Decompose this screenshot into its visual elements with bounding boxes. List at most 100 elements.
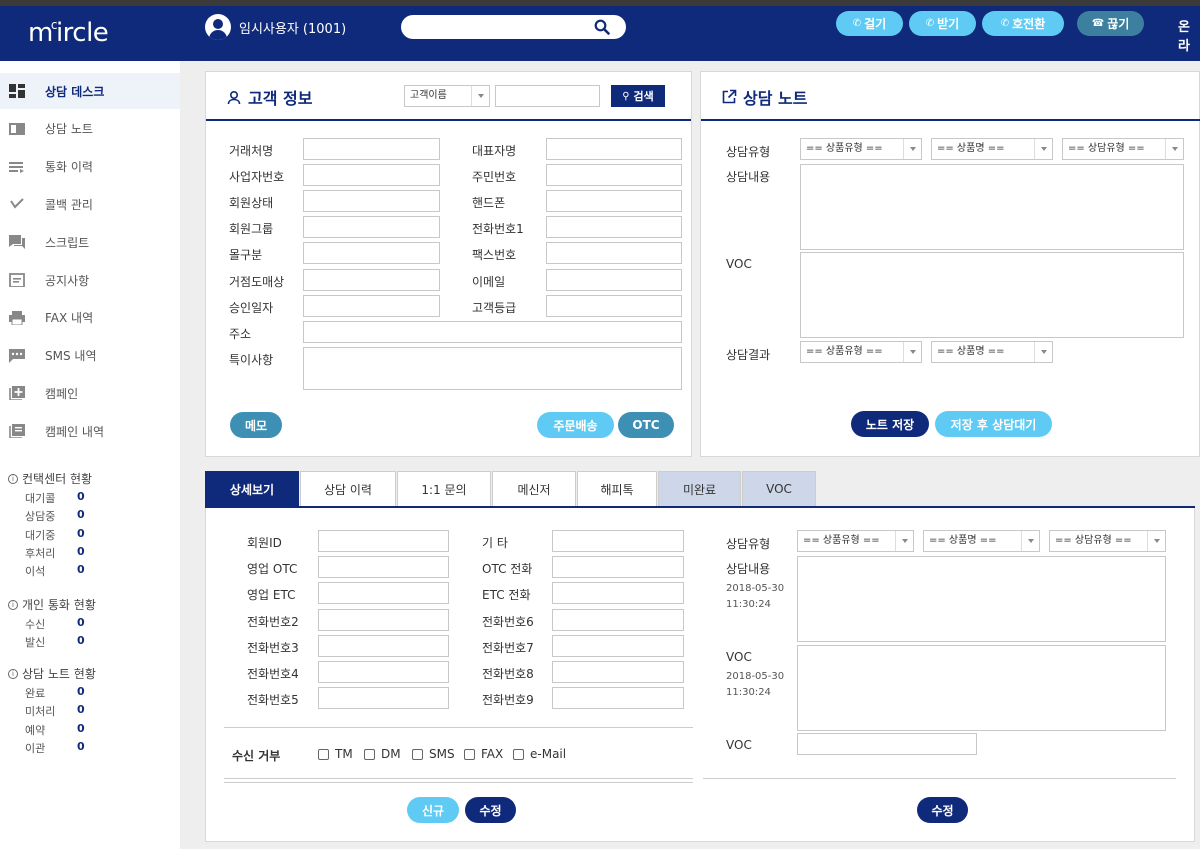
checkbox-icon[interactable] xyxy=(412,748,423,760)
detail-product-name-select[interactable]: == 상품명 == xyxy=(923,530,1040,552)
tab-4[interactable]: 메신저 xyxy=(492,471,576,506)
detail-field-input[interactable] xyxy=(318,661,449,683)
detail-consult-type-select[interactable]: == 상담유형 == xyxy=(1049,530,1166,552)
consult-content-textarea[interactable] xyxy=(800,164,1184,250)
detail-right-edit-button[interactable]: 수정 xyxy=(917,797,968,823)
reject-checkbox[interactable]: SMS xyxy=(412,747,455,761)
customer-field-input[interactable] xyxy=(546,268,682,291)
stat-value: 0 xyxy=(77,721,85,735)
sidebar-item-10[interactable]: 캠페인 내역 xyxy=(0,413,180,449)
detail-field-input[interactable] xyxy=(552,608,684,631)
address-input[interactable] xyxy=(303,321,682,343)
stat-row: 수신 0 xyxy=(25,616,105,634)
tab-5[interactable]: 해피톡 xyxy=(577,471,657,506)
customer-field-input[interactable] xyxy=(303,190,440,213)
detail-field-input[interactable] xyxy=(552,530,684,552)
checkbox-icon[interactable] xyxy=(318,748,329,760)
reject-checkbox[interactable]: FAX xyxy=(464,747,503,761)
customer-field-input[interactable] xyxy=(303,268,440,291)
memo-button[interactable]: 메모 xyxy=(230,412,282,438)
product-name-select[interactable]: == 상품명 == xyxy=(931,138,1053,160)
customer-field-label: 거점도매상 xyxy=(229,274,285,289)
search-icon[interactable] xyxy=(594,19,610,35)
header-search-input[interactable] xyxy=(401,15,626,39)
sidebar-item-9[interactable]: 캠페인 xyxy=(0,375,180,411)
detail-product-type-select[interactable]: == 상품유형 == xyxy=(797,530,914,552)
voc-time: 11:30:24 xyxy=(726,687,771,698)
sidebar-item-3[interactable]: 통화 이력 xyxy=(0,149,180,185)
tab-6[interactable]: 미완료 xyxy=(658,471,741,506)
sidebar-item-4[interactable]: 콜백 관리 xyxy=(0,186,180,222)
detail-field-input[interactable] xyxy=(318,582,449,605)
tab-2[interactable]: 상담 이력 xyxy=(300,471,396,506)
edit-button[interactable]: 수정 xyxy=(465,797,516,823)
result-product-name-select[interactable]: == 상품명 == xyxy=(931,341,1053,363)
reject-checkbox[interactable]: TM xyxy=(318,747,353,761)
stat-label: 미처리 xyxy=(25,705,56,719)
hangup-button[interactable]: ☎ 끊기 xyxy=(1077,11,1144,36)
result-product-type-select[interactable]: == 상품유형 == xyxy=(800,341,922,363)
stat-section-title: i 상담 노트 현황 xyxy=(8,665,96,682)
detail-field-input[interactable] xyxy=(318,530,449,552)
tab-7[interactable]: VOC xyxy=(742,471,816,506)
detail-voc-textarea[interactable] xyxy=(797,645,1166,731)
customer-field-input[interactable] xyxy=(546,190,682,213)
detail-field-input[interactable] xyxy=(552,661,684,683)
sidebar-item-6[interactable]: 공지사항 xyxy=(0,262,180,298)
reject-option-label: SMS xyxy=(429,747,455,761)
detail-voc2-input[interactable] xyxy=(797,733,977,755)
sidebar-item-1[interactable]: 상담 데스크 xyxy=(0,73,180,109)
customer-field-input[interactable] xyxy=(303,164,440,187)
customer-field-input[interactable] xyxy=(546,216,682,239)
customer-field-input[interactable] xyxy=(546,164,682,187)
detail-field-label: 전화번호3 xyxy=(247,640,299,655)
transfer-button[interactable]: ✆ 호전환 xyxy=(982,11,1064,36)
customer-field-input[interactable] xyxy=(546,294,682,317)
chevron-down-icon xyxy=(1041,147,1047,151)
status-text[interactable]: 온라 xyxy=(1178,16,1200,54)
receive-button[interactable]: ✆ 받기 xyxy=(909,11,976,36)
checkbox-icon[interactable] xyxy=(464,748,475,760)
otc-button[interactable]: OTC xyxy=(618,412,674,438)
consult-type-select[interactable]: == 상담유형 == xyxy=(1062,138,1184,160)
checkbox-icon[interactable] xyxy=(513,748,524,760)
detail-field-input[interactable] xyxy=(552,582,684,605)
save-and-wait-button[interactable]: 저장 후 상담대기 xyxy=(935,411,1052,437)
checkbox-icon[interactable] xyxy=(364,748,375,760)
detail-field-input[interactable] xyxy=(318,687,449,710)
customer-field-input[interactable] xyxy=(546,138,682,160)
save-note-button[interactable]: 노트 저장 xyxy=(851,411,929,437)
tab-1[interactable]: 상세보기 xyxy=(205,471,299,506)
customer-field-input[interactable] xyxy=(303,294,440,317)
customer-search-button[interactable]: ⚲ 검색 xyxy=(611,85,665,107)
customer-field-input[interactable] xyxy=(546,242,682,265)
special-note-textarea[interactable] xyxy=(303,347,682,390)
call-button[interactable]: ✆ 걸기 xyxy=(836,11,903,36)
detail-field-input[interactable] xyxy=(318,556,449,579)
reject-option-label: e-Mail xyxy=(530,747,567,761)
detail-field-input[interactable] xyxy=(552,687,684,710)
product-type-select[interactable]: == 상품유형 == xyxy=(800,138,922,160)
detail-field-input[interactable] xyxy=(318,608,449,631)
order-delivery-button[interactable]: 주문배송 xyxy=(537,412,614,438)
detail-field-input[interactable] xyxy=(552,556,684,579)
sidebar-item-8[interactable]: SMS 내역 xyxy=(0,338,180,374)
customer-field-input[interactable] xyxy=(303,216,440,239)
customer-search-type-select[interactable]: 고객이름 xyxy=(404,85,490,107)
detail-content-textarea[interactable] xyxy=(797,556,1166,642)
voc-textarea[interactable] xyxy=(800,252,1184,338)
customer-field-input[interactable] xyxy=(303,242,440,265)
detail-field-input[interactable] xyxy=(318,634,449,657)
sidebar-item-7[interactable]: FAX 내역 xyxy=(0,300,180,336)
customer-search-input[interactable] xyxy=(495,85,600,107)
reject-checkbox[interactable]: DM xyxy=(364,747,401,761)
sidebar-item-5[interactable]: 스크립트 xyxy=(0,224,180,260)
tab-3[interactable]: 1:1 문의 xyxy=(397,471,491,506)
sidebar-item-2[interactable]: 상담 노트 xyxy=(0,111,180,147)
detail-field-input[interactable] xyxy=(552,634,684,657)
new-button[interactable]: 신규 xyxy=(407,797,459,823)
app-logo[interactable]: mcircle xyxy=(28,18,109,48)
customer-field-input[interactable] xyxy=(303,138,440,160)
reject-checkbox[interactable]: e-Mail xyxy=(513,747,566,761)
chevron-down-icon xyxy=(1041,350,1047,354)
